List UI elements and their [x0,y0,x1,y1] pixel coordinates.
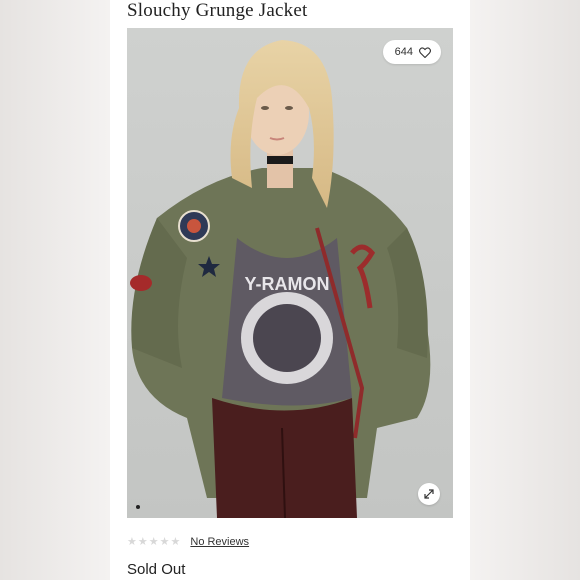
stock-status: Sold Out [127,561,186,578]
like-count: 644 [394,46,413,58]
product-card: Slouchy Grunge Jacket Y-RAMON 644 ★ ★ ★ … [110,0,470,580]
rating-stars: ★ ★ ★ ★ ★ [127,535,180,548]
like-button[interactable]: 644 [382,40,441,64]
reviews-row: ★ ★ ★ ★ ★ No Reviews [127,535,249,549]
expand-image-button[interactable] [418,483,440,505]
heart-icon [419,46,431,58]
product-image[interactable]: Y-RAMON 644 [127,28,453,518]
star-icon: ★ [127,536,137,548]
star-icon: ★ [159,536,170,548]
star-icon: ★ [170,536,181,548]
reviews-link[interactable]: No Reviews [190,536,249,548]
left-backdrop [0,0,110,580]
product-photo-illustration: Y-RAMON [127,28,453,518]
expand-icon [424,489,434,499]
star-icon: ★ [148,536,159,548]
product-title: Slouchy Grunge Jacket [127,0,308,21]
shirt-print-text: Y-RAMON [245,274,330,294]
carousel-indicator[interactable] [136,505,140,509]
star-icon: ★ [137,536,148,548]
right-backdrop [470,0,580,580]
